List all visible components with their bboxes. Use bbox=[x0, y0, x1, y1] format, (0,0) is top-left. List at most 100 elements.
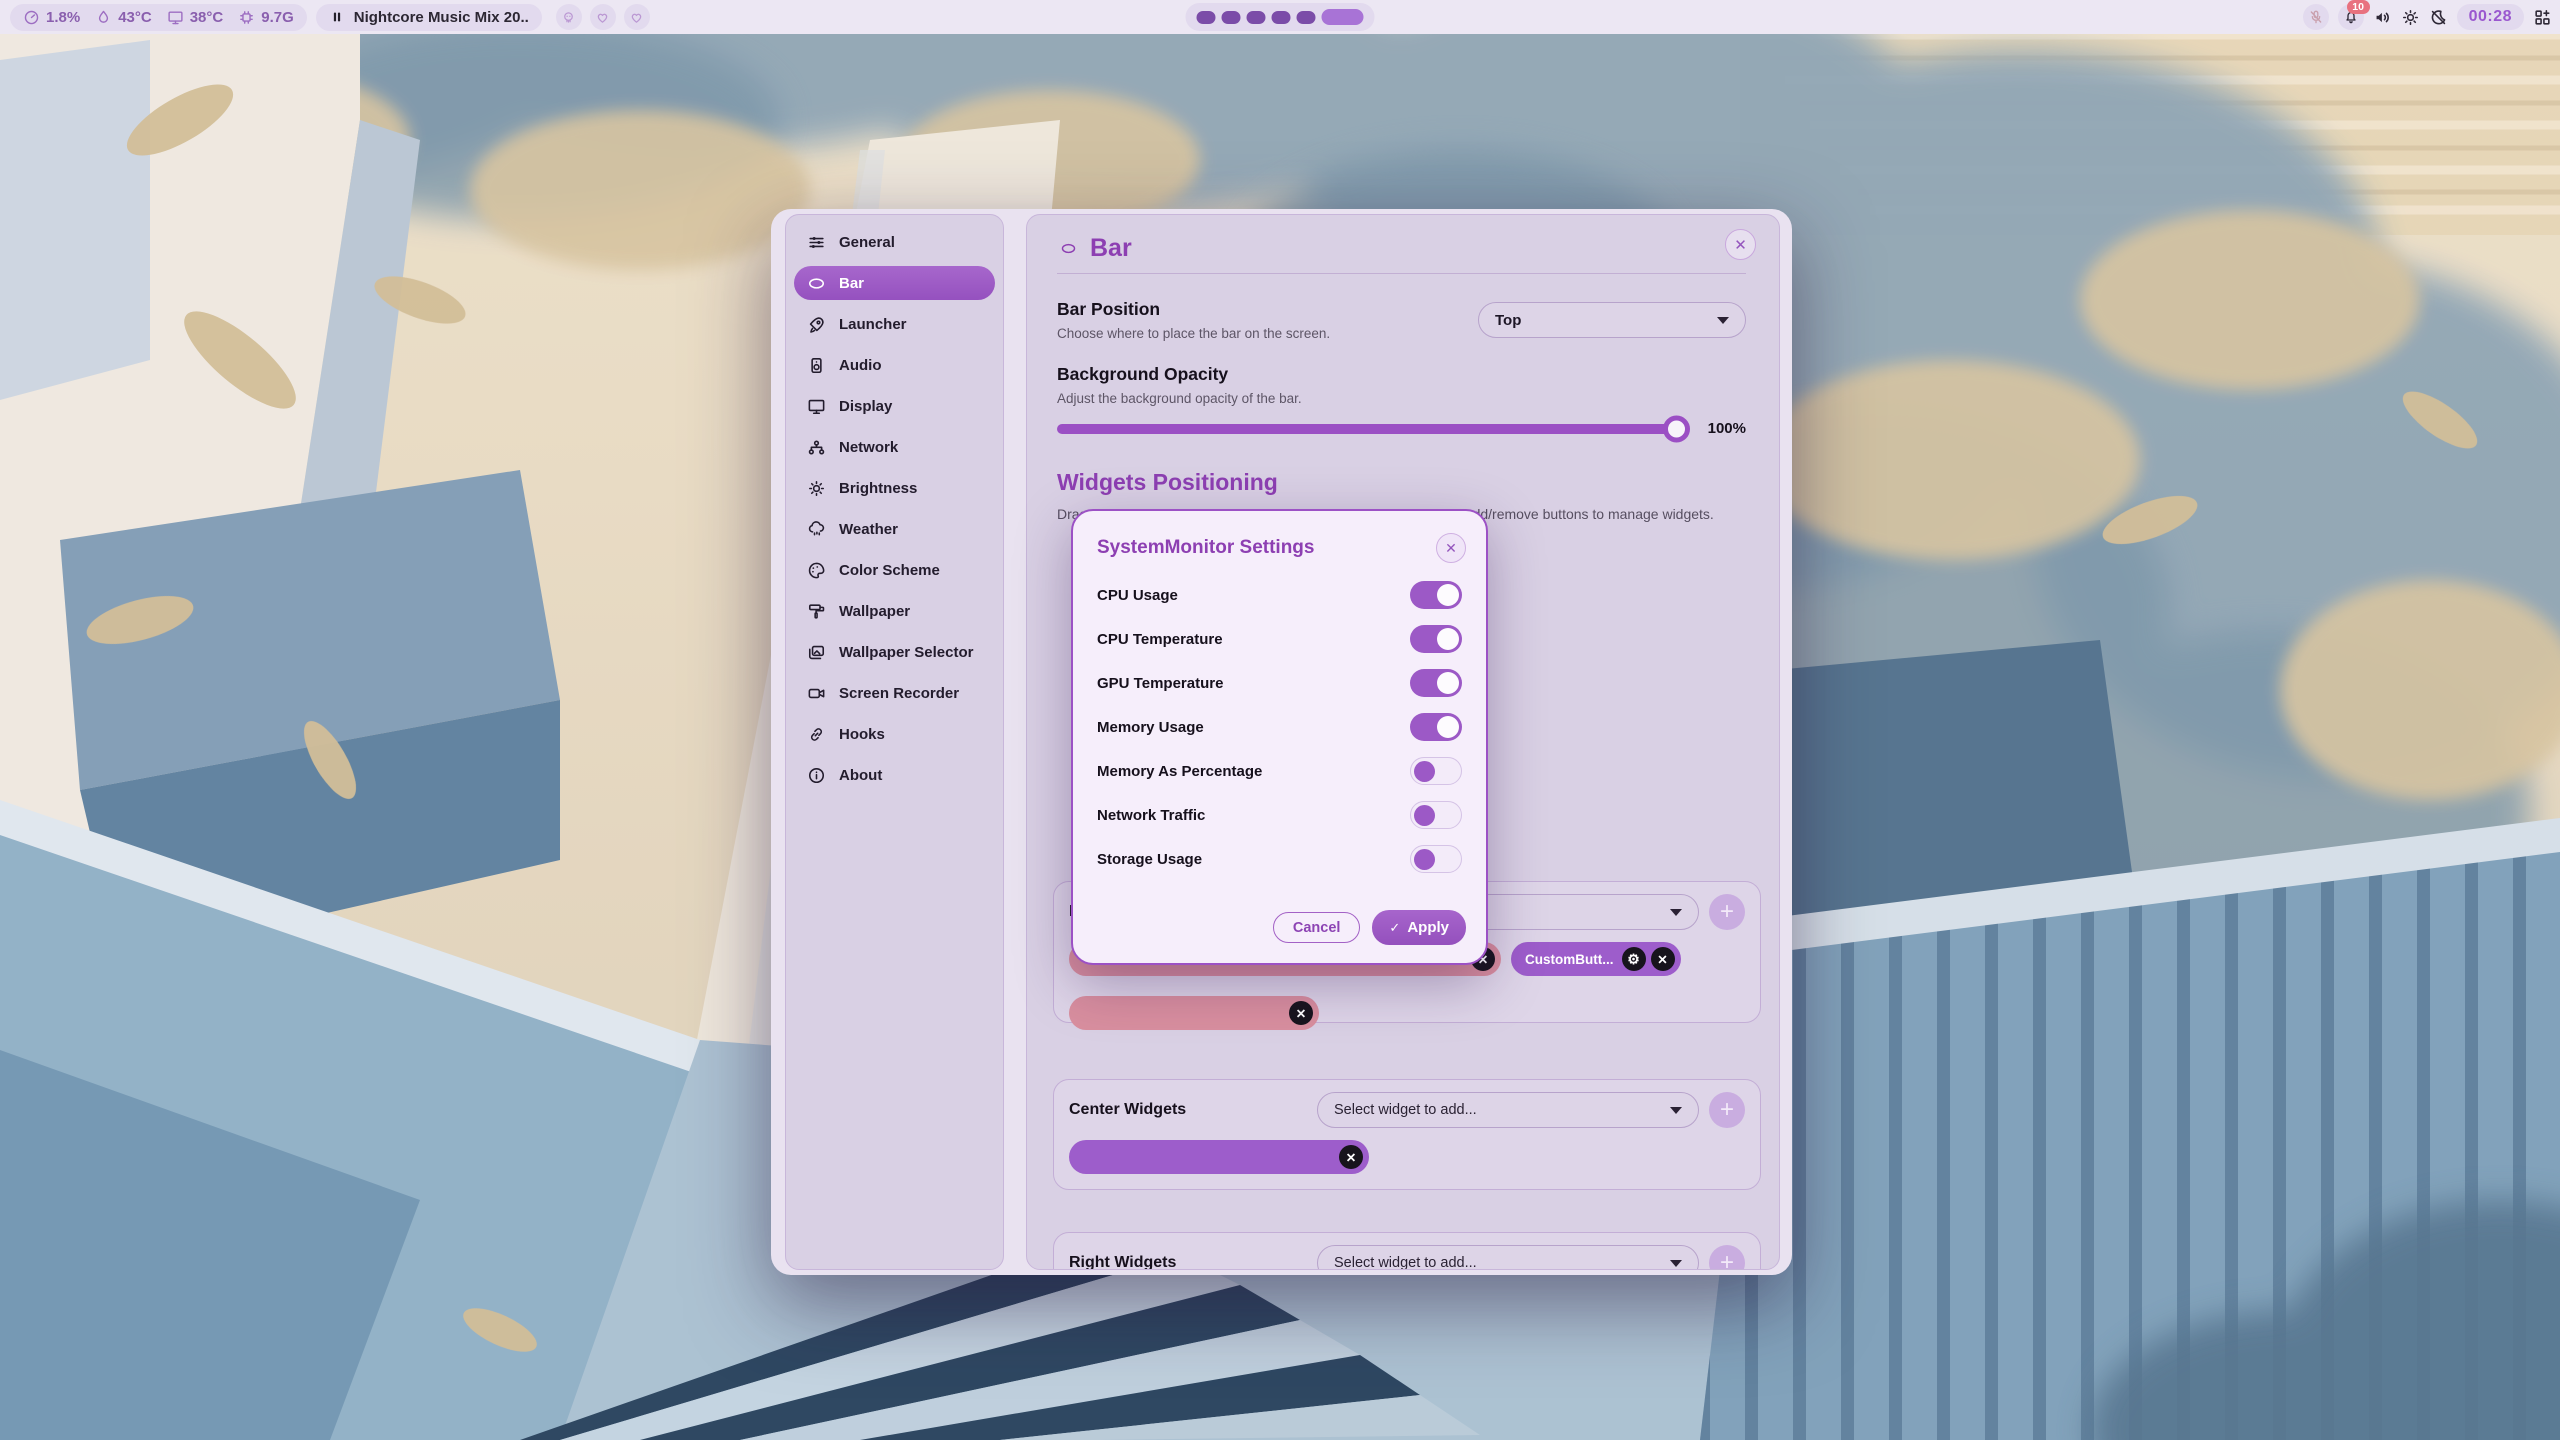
skull-button[interactable] bbox=[556, 4, 582, 30]
moon-off-icon bbox=[2429, 8, 2448, 27]
dialog-close-button[interactable]: ✕ bbox=[1436, 533, 1466, 563]
workspace-dot[interactable] bbox=[1222, 11, 1241, 24]
monitor-icon bbox=[167, 9, 184, 26]
page-title: Bar bbox=[1090, 234, 1132, 263]
widget-remove-button[interactable]: ✕ bbox=[1339, 1145, 1363, 1169]
dialog-header: SystemMonitor Settings ✕ bbox=[1073, 511, 1486, 567]
speaker-icon bbox=[2373, 8, 2392, 27]
toggle-switch[interactable] bbox=[1410, 845, 1462, 873]
flame-icon bbox=[95, 9, 112, 26]
microphone-button[interactable] bbox=[2303, 4, 2329, 30]
widget-chip[interactable]: ✕ bbox=[1069, 1140, 1369, 1174]
sidebar-item-bar[interactable]: Bar bbox=[794, 266, 995, 300]
background-opacity-row: Background Opacity Adjust the background… bbox=[1057, 364, 1746, 406]
toggle-row-network-traffic: Network Traffic bbox=[1097, 801, 1462, 829]
toggle-label: Network Traffic bbox=[1097, 807, 1205, 824]
overview-button[interactable] bbox=[2533, 8, 2552, 27]
sidebar-item-color-scheme[interactable]: Color Scheme bbox=[794, 553, 995, 587]
quick-buttons bbox=[542, 4, 650, 30]
sidebar-item-label: Hooks bbox=[839, 726, 885, 743]
systemmonitor-settings-dialog: SystemMonitor Settings ✕ CPU UsageCPU Te… bbox=[1071, 509, 1488, 965]
sidebar-item-label: Launcher bbox=[839, 316, 907, 333]
night-light-button[interactable] bbox=[2429, 8, 2448, 27]
volume-button[interactable] bbox=[2373, 8, 2392, 27]
widget-chip-custombutt[interactable]: CustomButt...⚙✕ bbox=[1511, 942, 1681, 976]
workspace-dot-active[interactable] bbox=[1322, 9, 1364, 25]
widget-add-select[interactable]: Select widget to add... bbox=[1317, 1245, 1699, 1270]
widget-settings-button[interactable]: ⚙ bbox=[1622, 947, 1646, 971]
pill-icon bbox=[1057, 240, 1080, 257]
sidebar-item-label: Network bbox=[839, 439, 898, 456]
sidebar-item-display[interactable]: Display bbox=[794, 389, 995, 423]
sidebar-item-weather[interactable]: Weather bbox=[794, 512, 995, 546]
widget-remove-button[interactable]: ✕ bbox=[1651, 947, 1675, 971]
add-widget-button[interactable]: + bbox=[1709, 1245, 1745, 1270]
add-widget-button[interactable]: + bbox=[1709, 1092, 1745, 1128]
heart-button[interactable] bbox=[590, 4, 616, 30]
sidebar-item-hooks[interactable]: Hooks bbox=[794, 717, 995, 751]
toggle-row-memory-usage: Memory Usage bbox=[1097, 713, 1462, 741]
widget-remove-button[interactable]: ✕ bbox=[1289, 1001, 1313, 1025]
sidebar-item-screen-recorder[interactable]: Screen Recorder bbox=[794, 676, 995, 710]
toggle-switch[interactable] bbox=[1410, 625, 1462, 653]
toggle-switch[interactable] bbox=[1410, 581, 1462, 609]
cancel-button[interactable]: Cancel bbox=[1273, 912, 1361, 943]
sidebar-item-about[interactable]: About bbox=[794, 758, 995, 792]
sidebar-item-wallpaper[interactable]: Wallpaper bbox=[794, 594, 995, 628]
sidebar-item-brightness[interactable]: Brightness bbox=[794, 471, 995, 505]
toggle-switch[interactable] bbox=[1410, 757, 1462, 785]
widgets-positioning-title: Widgets Positioning bbox=[1057, 469, 1746, 496]
chevron-down-icon bbox=[1670, 1260, 1682, 1267]
workspace-dot[interactable] bbox=[1247, 11, 1266, 24]
speedometer-icon bbox=[23, 9, 40, 26]
opacity-value: 100% bbox=[1702, 420, 1746, 437]
sidebar-item-network[interactable]: Network bbox=[794, 430, 995, 464]
bar-position-select[interactable]: Top bbox=[1478, 302, 1746, 338]
notifications-button[interactable]: 10 bbox=[2338, 4, 2364, 30]
widget-group-label: Center Widgets bbox=[1069, 1101, 1307, 1119]
stat-value: 9.7G bbox=[261, 9, 294, 26]
toggle-knob bbox=[1437, 672, 1459, 694]
notification-badge: 10 bbox=[2347, 0, 2370, 14]
monitor-icon bbox=[807, 397, 826, 416]
skull-icon bbox=[561, 10, 576, 25]
sidebar-item-general[interactable]: General bbox=[794, 225, 995, 259]
brightness-button[interactable] bbox=[2401, 8, 2420, 27]
widget-add-select[interactable]: Select widget to add... bbox=[1317, 1092, 1699, 1128]
bar-position-row: Bar Position Choose where to place the b… bbox=[1057, 299, 1746, 341]
toggle-switch[interactable] bbox=[1410, 669, 1462, 697]
images-icon bbox=[807, 643, 826, 662]
toggle-switch[interactable] bbox=[1410, 713, 1462, 741]
stat-value: 43°C bbox=[118, 9, 152, 26]
toggle-row-memory-as-percentage: Memory As Percentage bbox=[1097, 757, 1462, 785]
window-close-button[interactable]: ✕ bbox=[1725, 229, 1756, 260]
sidebar-item-audio[interactable]: Audio bbox=[794, 348, 995, 382]
workspace-dot[interactable] bbox=[1197, 11, 1216, 24]
toggle-knob bbox=[1437, 716, 1459, 738]
sidebar-item-label: Bar bbox=[839, 275, 864, 292]
dialog-title: SystemMonitor Settings bbox=[1097, 537, 1314, 559]
workspace-dot[interactable] bbox=[1272, 11, 1291, 24]
chevron-down-icon bbox=[1670, 909, 1682, 916]
workspace-indicator[interactable] bbox=[1186, 3, 1375, 31]
stat-value: 1.8% bbox=[46, 9, 80, 26]
system-stat: 1.8% bbox=[23, 9, 80, 26]
opacity-slider[interactable] bbox=[1057, 424, 1686, 434]
toggle-switch[interactable] bbox=[1410, 801, 1462, 829]
sidebar-item-launcher[interactable]: Launcher bbox=[794, 307, 995, 341]
heart-button[interactable] bbox=[624, 4, 650, 30]
clock[interactable]: 00:28 bbox=[2457, 4, 2524, 30]
opacity-slider-handle[interactable] bbox=[1663, 415, 1690, 442]
apply-button[interactable]: ✓ Apply bbox=[1372, 910, 1466, 945]
desktop: 1.8%43°C38°C9.7G Nightcore Music Mix 20.… bbox=[0, 0, 2560, 1440]
toggle-list: CPU UsageCPU TemperatureGPU TemperatureM… bbox=[1073, 567, 1486, 873]
sidebar-item-label: Weather bbox=[839, 521, 898, 538]
workspace-dot[interactable] bbox=[1297, 11, 1316, 24]
media-player-pill[interactable]: Nightcore Music Mix 20... bbox=[316, 4, 542, 31]
add-widget-button[interactable]: + bbox=[1709, 894, 1745, 930]
rocket-icon bbox=[807, 315, 826, 334]
check-icon: ✓ bbox=[1389, 920, 1400, 936]
widget-chip[interactable]: ✕ bbox=[1069, 996, 1319, 1030]
widget-group-header: Right WidgetsSelect widget to add...+ bbox=[1069, 1245, 1745, 1270]
sidebar-item-wallpaper-selector[interactable]: Wallpaper Selector bbox=[794, 635, 995, 669]
